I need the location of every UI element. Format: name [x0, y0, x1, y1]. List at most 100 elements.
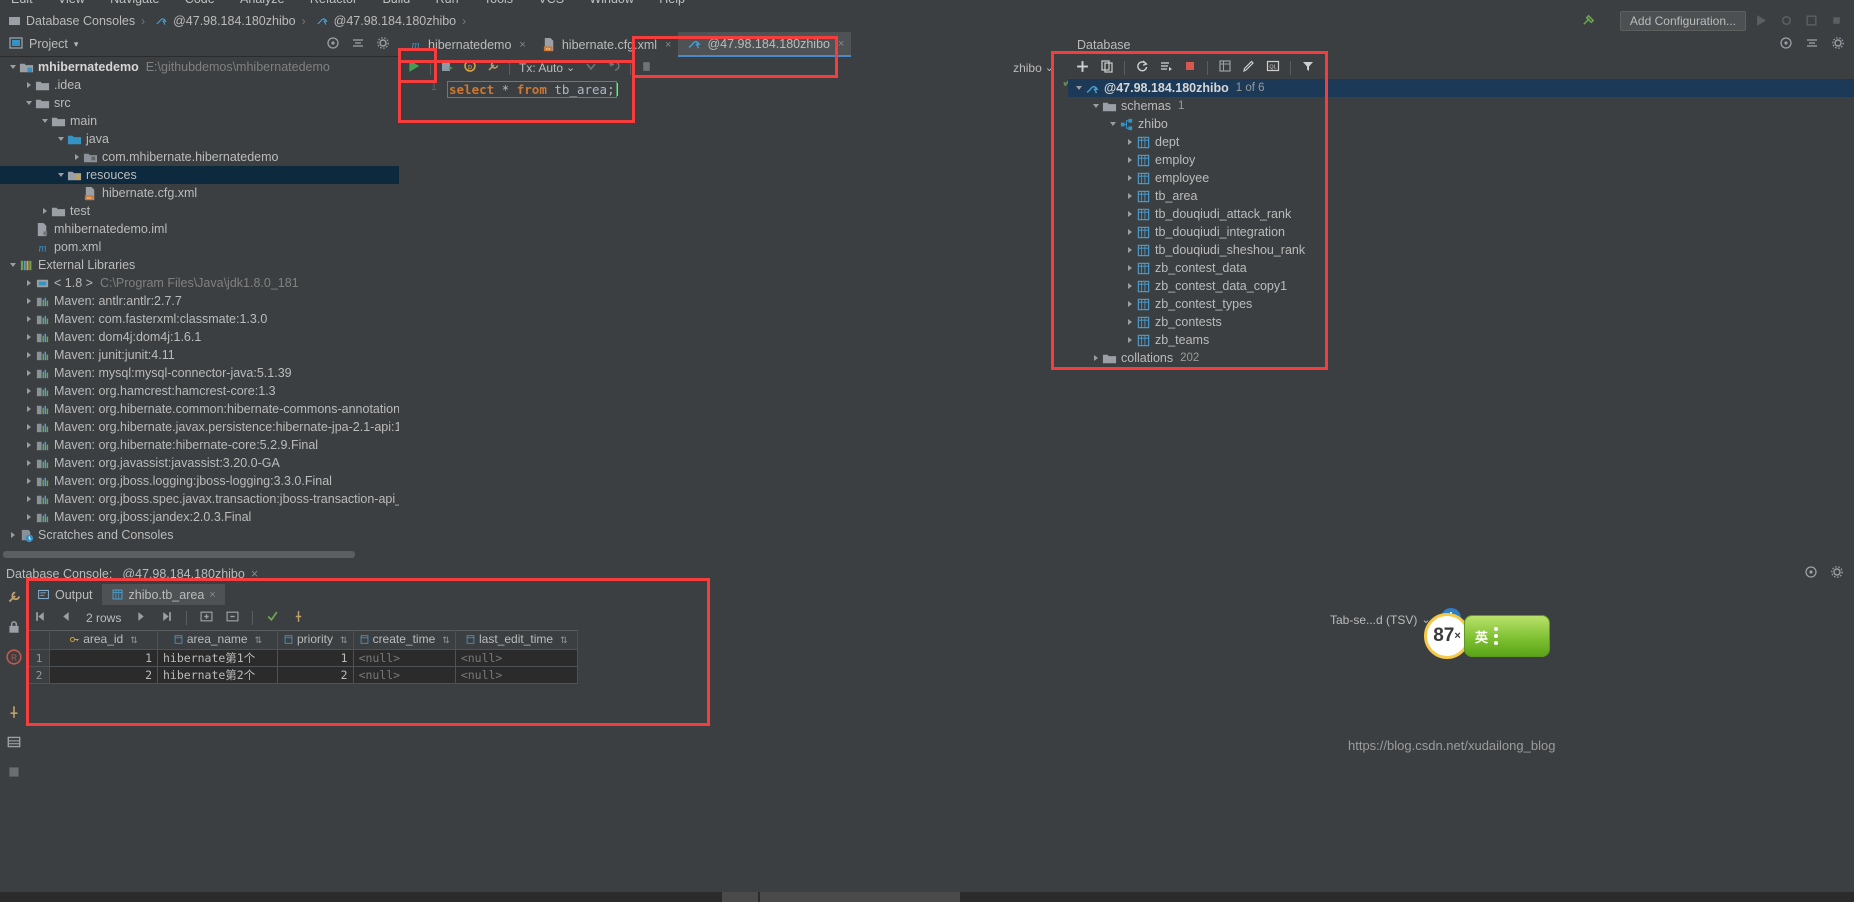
close-icon[interactable]: ×	[519, 39, 525, 51]
menu-item-help[interactable]: Help	[648, 0, 696, 5]
editor-tab[interactable]: <> hibernate.cfg.xml ×	[533, 32, 679, 57]
result-tab[interactable]: Output	[28, 584, 102, 605]
chevron-right-icon[interactable]	[1123, 313, 1136, 331]
add-row-icon[interactable]	[200, 610, 213, 626]
chevron-down-icon[interactable]	[1072, 79, 1085, 97]
tree-row[interactable]: resouces	[0, 166, 399, 184]
table-cell[interactable]: 1	[277, 649, 354, 667]
chevron-down-icon[interactable]	[1089, 97, 1102, 115]
table-column-header[interactable]: create_time ⇅	[352, 630, 456, 650]
tree-row[interactable]: Maven: org.hamcrest:hamcrest-core:1.3	[0, 382, 399, 400]
table-cell[interactable]: <null>	[352, 666, 456, 684]
tree-row[interactable]: main	[0, 112, 399, 130]
stop-icon[interactable]	[640, 60, 653, 76]
submit-icon[interactable]	[266, 610, 279, 626]
tree-row[interactable]: Maven: org.jboss.spec.javax.transaction:…	[0, 490, 399, 508]
stop-icon[interactable]	[1183, 59, 1197, 76]
commit-icon[interactable]	[584, 59, 598, 76]
chevron-right-icon[interactable]	[1123, 259, 1136, 277]
sort-indicator-icon[interactable]: ⇅	[442, 635, 450, 645]
settings-icon[interactable]	[1804, 565, 1818, 582]
tree-row[interactable]: zb_contest_data	[1068, 259, 1854, 277]
debug-icon[interactable]	[1777, 11, 1796, 30]
sql-code-area[interactable]: select * from tb_area;	[442, 78, 1059, 563]
editor-tab[interactable]: m hibernatedemo ×	[399, 32, 533, 57]
gear-icon[interactable]	[376, 36, 390, 53]
chevron-right-icon[interactable]	[1123, 187, 1136, 205]
ime-menu-dots-icon[interactable]	[1494, 627, 1499, 645]
menu-item-analyze[interactable]: Analyze	[229, 0, 295, 5]
tree-row[interactable]: employee	[1068, 169, 1854, 187]
tree-row[interactable]: mhibernatedemo.iml	[0, 220, 399, 238]
chevron-right-icon[interactable]	[22, 454, 35, 472]
prev-page-icon[interactable]	[60, 610, 73, 626]
run-icon[interactable]	[1752, 11, 1771, 30]
table-row[interactable]: 1 1 hibernate第1个 1 <null> <null>	[28, 649, 578, 667]
menu-item-build[interactable]: Build	[371, 0, 421, 5]
chevron-right-icon[interactable]	[1089, 349, 1102, 367]
chevron-right-icon[interactable]	[22, 76, 35, 94]
chevron-right-icon[interactable]	[22, 292, 35, 310]
chevron-right-icon[interactable]	[6, 526, 19, 544]
chevron-right-icon[interactable]	[1123, 205, 1136, 223]
execute-script-icon[interactable]	[440, 59, 454, 76]
tree-row[interactable]: collations 202	[1068, 349, 1854, 367]
tree-row[interactable]: tb_douqiudi_attack_rank	[1068, 205, 1854, 223]
menu-item-navigate[interactable]: Navigate	[99, 0, 170, 5]
chevron-right-icon[interactable]	[22, 490, 35, 508]
run-green-triangle-icon[interactable]	[407, 59, 421, 76]
chevron-right-icon[interactable]	[1123, 223, 1136, 241]
tree-row[interactable]: Maven: org.jboss:jandex:2.0.3.Final	[0, 508, 399, 526]
coverage-icon[interactable]	[1802, 11, 1821, 30]
stop-icon[interactable]	[1827, 11, 1846, 30]
transaction-mode-selector[interactable]: Tx: Auto ⌄	[519, 61, 575, 75]
chevron-right-icon[interactable]	[1123, 277, 1136, 295]
tree-row[interactable]: @47.98.184.180zhibo 1 of 6	[1068, 79, 1854, 97]
rollback-icon[interactable]	[607, 59, 621, 76]
taskbar-item[interactable]	[760, 892, 960, 902]
table-cell[interactable]: 1	[49, 649, 158, 667]
chevron-right-icon[interactable]	[22, 274, 35, 292]
tree-row[interactable]: Maven: org.hibernate:hibernate-core:5.2.…	[0, 436, 399, 454]
tree-row[interactable]: Maven: org.jboss.logging:jboss-logging:3…	[0, 472, 399, 490]
tree-row[interactable]: schemas 1	[1068, 97, 1854, 115]
chevron-right-icon[interactable]	[22, 508, 35, 526]
tree-row[interactable]: Maven: com.fasterxml:classmate:1.3.0	[0, 310, 399, 328]
chevron-right-icon[interactable]	[38, 202, 51, 220]
taskbar-item[interactable]	[722, 892, 758, 902]
tree-row[interactable]: Maven: org.hibernate.common:hibernate-co…	[0, 400, 399, 418]
tree-row[interactable]: zb_contests	[1068, 313, 1854, 331]
tree-row[interactable]: zhibo	[1068, 115, 1854, 133]
result-table[interactable]: area_id ⇅ area_name ⇅ priority ⇅ create_time ⇅ l…	[28, 630, 578, 684]
close-icon[interactable]: ×	[251, 567, 258, 581]
tree-row[interactable]: Scratches and Consoles	[0, 526, 399, 544]
locate-icon[interactable]	[326, 36, 340, 53]
locate-icon[interactable]	[1779, 36, 1793, 53]
tree-row[interactable]: tb_douqiudi_sheshou_rank	[1068, 241, 1854, 259]
chevron-right-icon[interactable]	[22, 364, 35, 382]
ime-language-bar[interactable]: 英	[1464, 615, 1550, 657]
gear-icon[interactable]	[1831, 36, 1845, 53]
sort-indicator-icon[interactable]: ⇅	[560, 635, 568, 645]
chevron-down-icon[interactable]	[54, 130, 67, 148]
sql-editor[interactable]: 1 select * from tb_area;	[399, 78, 1059, 563]
tree-row[interactable]: dept	[1068, 133, 1854, 151]
add-configuration-button[interactable]: Add Configuration...	[1619, 10, 1746, 31]
tree-row[interactable]: com.mhibernate.hibernatedemo	[0, 148, 399, 166]
first-page-icon[interactable]	[34, 610, 47, 626]
tree-row[interactable]: src	[0, 94, 399, 112]
chevron-right-icon[interactable]	[70, 148, 83, 166]
tree-row[interactable]: < 1.8 > C:\Program Files\Java\jdk1.8.0_18…	[0, 274, 399, 292]
tree-row[interactable]: m pom.xml	[0, 238, 399, 256]
chevron-right-icon[interactable]	[1123, 133, 1136, 151]
wrench-icon[interactable]	[486, 59, 500, 76]
console-icon[interactable]: QL	[1266, 59, 1280, 76]
tree-row[interactable]: employ	[1068, 151, 1854, 169]
sort-indicator-icon[interactable]: ⇅	[340, 635, 348, 645]
table-editor-icon[interactable]	[1218, 59, 1232, 76]
breadcrumb-item-console-2[interactable]: @47.98.184.180zhibo ›	[312, 9, 473, 32]
editor-tab-bar[interactable]: m hibernatedemo × <> hibernate.cfg.xml × @47.9…	[399, 32, 1059, 57]
menu-item-run[interactable]: Run	[425, 0, 470, 5]
grid-icon[interactable]	[6, 734, 22, 753]
next-page-icon[interactable]	[134, 610, 147, 626]
